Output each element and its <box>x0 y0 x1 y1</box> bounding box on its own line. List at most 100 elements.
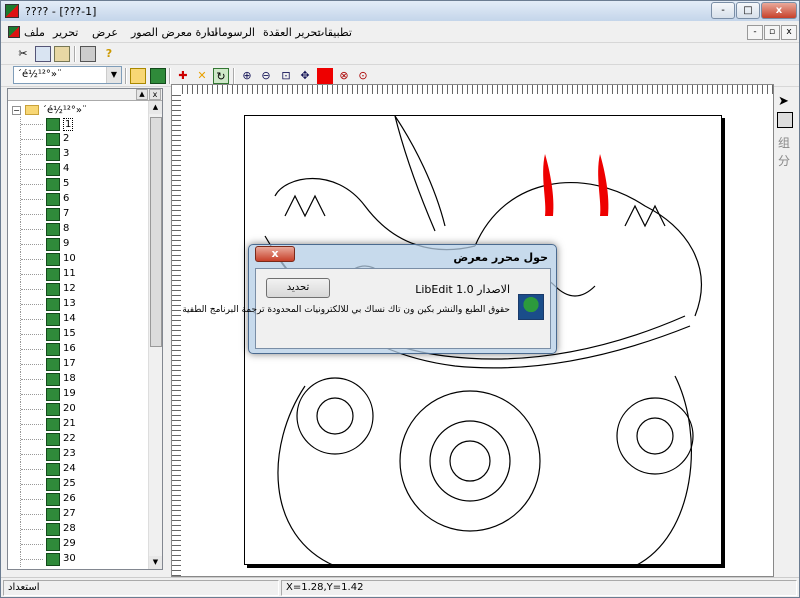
zoom-fit-icon[interactable]: ⊡ <box>278 68 294 84</box>
tree-item-label: 7 <box>63 208 70 219</box>
status-ready: استعداد <box>3 580 279 596</box>
menu-apps[interactable]: تطبيقات <box>314 26 352 39</box>
tree-connector <box>21 229 43 230</box>
zoom-out-icon[interactable]: ⊖ <box>258 68 274 84</box>
tree-root-label: ´é½¹²°»¨ <box>42 104 87 116</box>
gallery-combo[interactable]: ´é½¹²°»¨ ▼ <box>13 66 122 84</box>
tree-item[interactable]: 13 <box>8 297 148 312</box>
refresh-icon[interactable]: ↻ <box>213 68 229 84</box>
mdi-close-button[interactable]: x <box>781 25 797 40</box>
delete-icon[interactable]: ✕ <box>194 68 210 84</box>
tree-item[interactable]: 1 <box>8 117 148 132</box>
tree-connector <box>21 319 43 320</box>
tree-item[interactable]: 10 <box>8 252 148 267</box>
tree-root-node[interactable]: − ´é½¹²°»¨ <box>12 103 87 117</box>
ok-button[interactable]: تحديد <box>266 278 330 298</box>
paste-icon[interactable] <box>54 46 70 62</box>
scroll-up-icon[interactable]: ▲ <box>149 101 162 114</box>
node-edit-icon[interactable] <box>777 112 793 128</box>
tree-item[interactable]: 26 <box>8 492 148 507</box>
image-node-icon <box>46 358 60 371</box>
mdi-minimize-button[interactable]: - <box>747 25 763 40</box>
about-dialog: حول محرر معرض x تحديد الاصدار LibEdit 1.… <box>182 244 557 354</box>
dialog-body: تحديد الاصدار LibEdit 1.0 حقوق الطبع وال… <box>182 268 551 349</box>
tree-item[interactable]: 24 <box>8 462 148 477</box>
tree-item[interactable]: 4 <box>8 162 148 177</box>
panel-arrow-up-icon[interactable]: ▲ <box>136 89 148 100</box>
tree-connector <box>21 169 43 170</box>
zoom-area-icon[interactable]: ⊗ <box>336 68 352 84</box>
maximize-button[interactable]: □ <box>736 2 760 19</box>
group-label-top[interactable]: 组 <box>778 134 790 151</box>
tree-item[interactable]: 2 <box>8 132 148 147</box>
panel-close-icon[interactable]: x <box>149 89 161 100</box>
tree-item[interactable]: 17 <box>8 357 148 372</box>
gallery-tree-panel: ▲ x − ´é½¹²°»¨ 1 2 3 4 5 6 7 8 9 10 11 12 13 14 15 16 17… <box>7 88 163 570</box>
tree-item[interactable]: 7 <box>8 207 148 222</box>
menu-gallery[interactable]: ادارة معرض الصور <box>131 26 218 39</box>
tree-connector <box>21 409 43 410</box>
cut-icon[interactable]: ✂ <box>15 46 31 62</box>
tree-item[interactable]: 22 <box>8 432 148 447</box>
chevron-down-icon[interactable]: ▼ <box>106 67 121 83</box>
dialog-title: حول محرر معرض <box>453 251 548 264</box>
tree-connector <box>21 334 43 335</box>
tree-item[interactable]: 29 <box>8 537 148 552</box>
scroll-down-icon[interactable]: ▼ <box>149 556 162 569</box>
scroll-thumb[interactable] <box>150 117 162 347</box>
minimize-button[interactable]: - <box>711 2 735 19</box>
tree-item[interactable]: 11 <box>8 267 148 282</box>
print-icon[interactable] <box>80 46 96 62</box>
tree-item[interactable]: 27 <box>8 507 148 522</box>
tree-item[interactable]: 6 <box>8 192 148 207</box>
tree-item[interactable]: 21 <box>8 417 148 432</box>
tree-item[interactable]: 28 <box>8 522 148 537</box>
tree-item[interactable]: 20 <box>8 402 148 417</box>
zoom-reset-icon[interactable]: ⊙ <box>355 68 371 84</box>
tree-item-label: 4 <box>63 163 70 174</box>
zoom-in-icon[interactable]: ⊕ <box>239 68 255 84</box>
tree-connector <box>21 349 43 350</box>
tree-item-label: 24 <box>63 463 76 474</box>
tree-item[interactable]: 25 <box>8 477 148 492</box>
tree-item[interactable]: 5 <box>8 177 148 192</box>
new-image-icon[interactable] <box>150 68 166 84</box>
tree-item[interactable]: 9 <box>8 237 148 252</box>
copyright-text: حقوق الطبع والنشر بكين ون تاك نساك بي لل… <box>182 305 510 315</box>
group-label-bottom[interactable]: 分 <box>778 152 790 169</box>
mdi-restore-button[interactable]: ▫ <box>764 25 780 40</box>
tree-item[interactable]: 8 <box>8 222 148 237</box>
tree-item[interactable]: 12 <box>8 282 148 297</box>
close-button[interactable]: x <box>761 2 797 19</box>
tree-item-label: 19 <box>63 388 76 399</box>
pan-icon[interactable]: ✥ <box>297 68 313 84</box>
stop-icon[interactable] <box>317 68 333 84</box>
tree-scrollbar[interactable]: ▲ ▼ <box>148 101 162 569</box>
tree-item[interactable]: 15 <box>8 327 148 342</box>
dialog-close-button[interactable]: x <box>255 246 295 262</box>
status-bar: استعداد X=1.28,Y=1.42 <box>1 577 799 597</box>
tree-connector <box>21 154 43 155</box>
image-node-icon <box>46 268 60 281</box>
menu-drawings[interactable]: الرسومات <box>208 26 255 39</box>
tree-item[interactable]: 23 <box>8 447 148 462</box>
menu-view[interactable]: عرض <box>92 26 118 39</box>
menu-edit[interactable]: تحرير <box>53 26 78 39</box>
insert-icon[interactable]: ✚ <box>175 68 191 84</box>
tree-item[interactable]: 18 <box>8 372 148 387</box>
collapse-icon[interactable]: − <box>12 105 21 115</box>
tree-item[interactable]: 16 <box>8 342 148 357</box>
tree-item[interactable]: 14 <box>8 312 148 327</box>
tree-connector <box>21 304 43 305</box>
tree-item[interactable]: 3 <box>8 147 148 162</box>
tree-item[interactable]: 19 <box>8 387 148 402</box>
help-icon[interactable]: ? <box>101 46 117 62</box>
tree-item[interactable]: 30 <box>8 552 148 567</box>
tree-connector <box>21 379 43 380</box>
image-node-icon <box>46 163 60 176</box>
menu-file[interactable]: ملف <box>24 26 45 39</box>
copy-icon[interactable] <box>35 46 51 62</box>
menu-edit-knot[interactable]: تحرير العقدة <box>263 26 321 39</box>
pointer-icon[interactable]: ➤ <box>778 94 789 109</box>
open-folder-icon[interactable] <box>130 68 146 84</box>
